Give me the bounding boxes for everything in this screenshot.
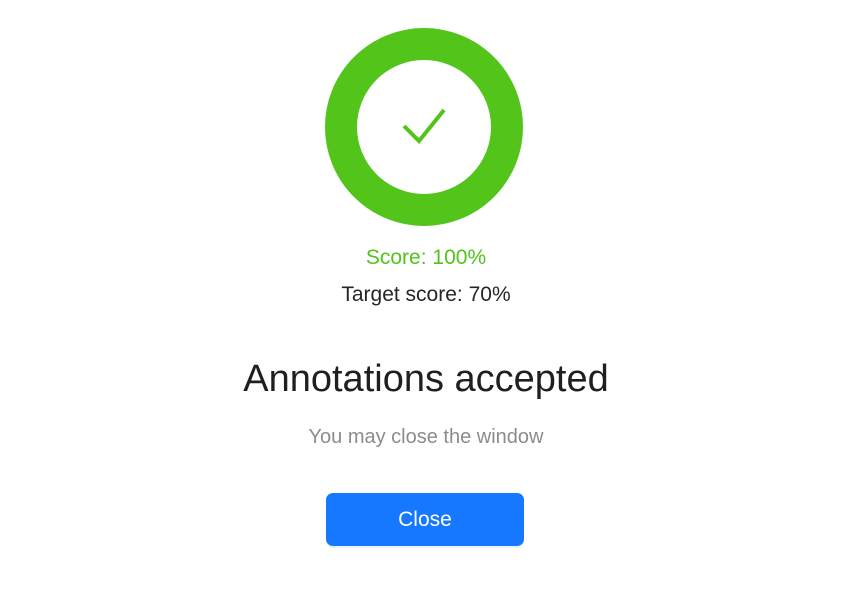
close-button[interactable]: Close bbox=[326, 493, 524, 546]
target-score-text: Target score: 70% bbox=[341, 283, 511, 306]
result-subtitle: You may close the window bbox=[308, 426, 544, 448]
result-title: Annotations accepted bbox=[243, 358, 609, 400]
check-icon bbox=[402, 108, 446, 144]
score-text: Score: 100% bbox=[365, 246, 487, 269]
result-page: Score: 100% Target score: 70% Annotation… bbox=[0, 0, 852, 592]
score-progress-ring bbox=[325, 28, 523, 226]
